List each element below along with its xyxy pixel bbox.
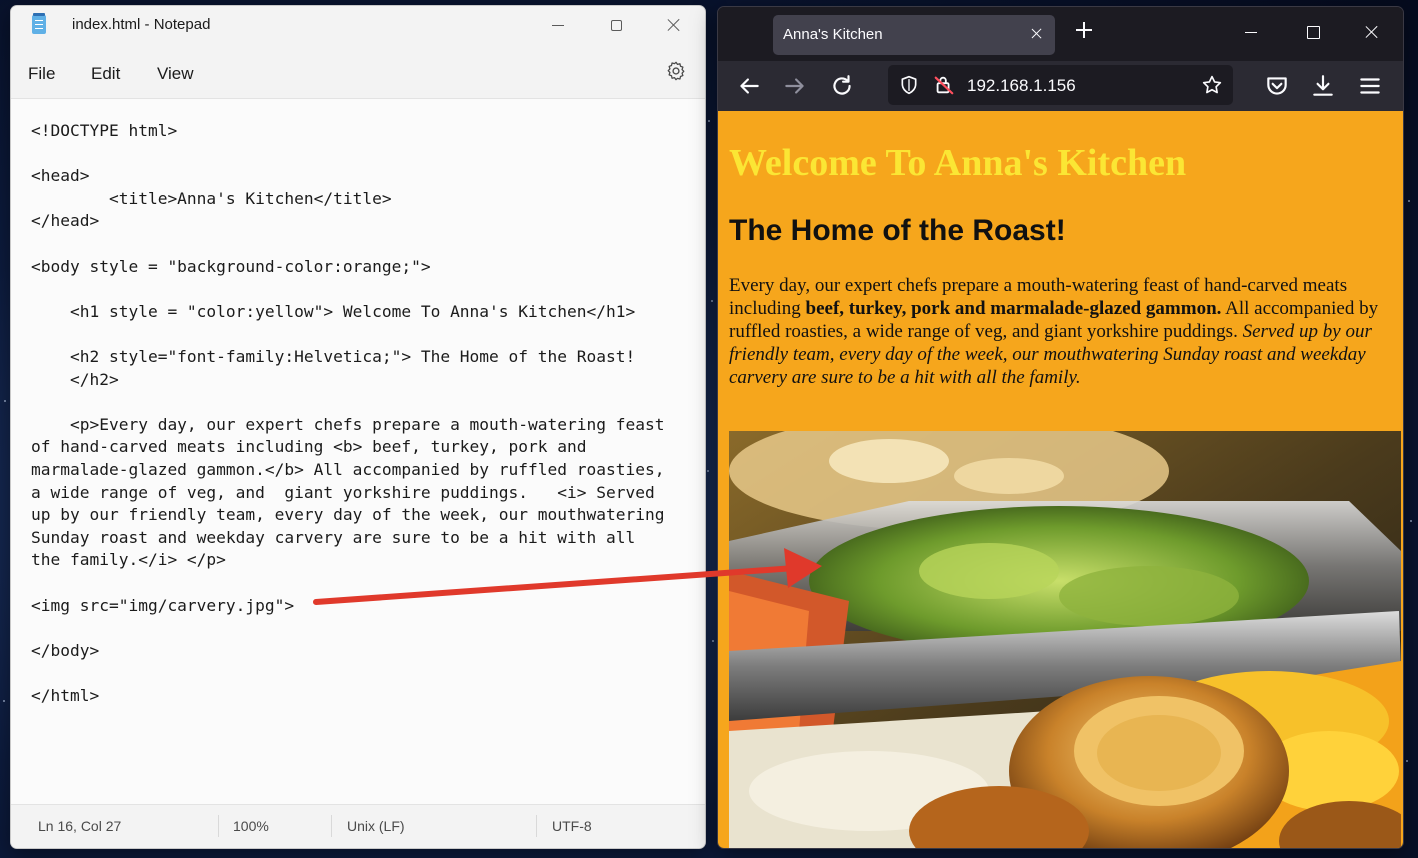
status-divider — [218, 815, 219, 837]
menu-edit[interactable]: Edit — [91, 64, 120, 84]
close-button[interactable] — [651, 10, 697, 40]
code-line: the family.</i> </p> — [31, 550, 226, 570]
status-divider — [536, 815, 537, 837]
line-ending[interactable]: Unix (LF) — [347, 818, 405, 834]
tab-strip[interactable]: Anna's Kitchen — [718, 7, 1403, 61]
maximize-button[interactable] — [1290, 17, 1336, 47]
web-page: Welcome To Anna's Kitchen The Home of th… — [718, 111, 1403, 848]
notepad-statusbar: Ln 16, Col 27 100% Unix (LF) UTF-8 — [11, 804, 705, 848]
shield-icon[interactable] — [899, 75, 919, 95]
code-line: a wide range of veg, and giant yorkshire… — [31, 482, 655, 502]
pocket-icon[interactable] — [1264, 73, 1290, 99]
status-divider — [331, 815, 332, 837]
code-line: Sunday roast and weekday carvery are sur… — [31, 527, 636, 547]
code-line: of hand-carved meats including <b> beef,… — [31, 437, 587, 457]
notepad-text-editor[interactable]: <!DOCTYPE html> <head> <title>Anna's Kit… — [11, 99, 705, 807]
minimize-button[interactable] — [535, 10, 581, 40]
code-line: <title>Anna's Kitchen</title> — [31, 188, 392, 208]
close-icon — [1365, 25, 1379, 39]
url-bar[interactable]: 192.168.1.156 — [888, 65, 1233, 105]
minimize-icon — [1245, 31, 1257, 33]
download-icon[interactable] — [1310, 73, 1336, 99]
menu-file[interactable]: File — [28, 64, 55, 84]
notepad-app-icon — [32, 13, 46, 34]
cursor-position[interactable]: Ln 16, Col 27 — [38, 818, 121, 834]
notepad-title: index.html - Notepad — [72, 16, 211, 33]
maximize-button[interactable] — [593, 10, 639, 40]
reload-icon[interactable] — [829, 73, 855, 99]
tab-annas-kitchen[interactable]: Anna's Kitchen — [773, 15, 1055, 55]
code-line: <!DOCTYPE html> — [31, 121, 178, 140]
menu-view[interactable]: View — [157, 64, 194, 84]
code-line: <body style = "background-color:orange;"… — [31, 256, 431, 276]
close-button[interactable] — [1349, 17, 1395, 47]
back-icon[interactable] — [736, 73, 762, 99]
settings-gear-icon[interactable] — [665, 60, 687, 82]
page-heading: Welcome To Anna's Kitchen — [729, 142, 1187, 184]
paragraph-bold-text: beef, turkey, pork and marmalade-glazed … — [805, 298, 1222, 319]
url-text[interactable]: 192.168.1.156 — [967, 76, 1076, 96]
code-line: </head> — [31, 211, 100, 231]
notepad-window: index.html - Notepad File Edit View <!DO… — [10, 5, 706, 849]
insecure-lock-icon[interactable] — [933, 74, 955, 96]
code-line: marmalade-glazed gammon.</b> All accompa… — [31, 460, 665, 479]
menu-icon[interactable] — [1357, 73, 1383, 99]
code-line: </h2> — [31, 369, 119, 389]
code-line: up by our friendly team, every day of th… — [31, 505, 665, 525]
page-subheading: The Home of the Roast! — [729, 214, 1066, 247]
notepad-titlebar[interactable]: index.html - Notepad — [11, 6, 705, 44]
code-line: <h1 style = "color:yellow"> Welcome To A… — [31, 301, 636, 321]
code-line: </body> — [31, 640, 100, 660]
firefox-window: Anna's Kitchen 192.168.1.156 Welcome To … — [717, 6, 1404, 849]
forward-icon[interactable] — [782, 73, 808, 99]
code-line: <img src="img/carvery.jpg"> — [31, 595, 295, 615]
code-line: <p>Every day, our expert chefs prepare a… — [31, 414, 665, 434]
new-tab-plus-icon[interactable] — [1075, 21, 1093, 39]
code-line: <h2 style="font-family:Helvetica;"> The … — [31, 347, 636, 366]
encoding[interactable]: UTF-8 — [552, 818, 592, 834]
close-icon — [667, 18, 681, 32]
minimize-button[interactable] — [1228, 17, 1274, 47]
star-icon[interactable] — [1201, 74, 1223, 96]
carvery-image — [729, 431, 1401, 848]
navigation-toolbar: 192.168.1.156 — [718, 61, 1403, 111]
close-icon — [1031, 28, 1043, 40]
notepad-menubar: File Edit View — [11, 44, 705, 99]
minimize-icon — [552, 24, 564, 26]
maximize-icon — [610, 19, 622, 31]
maximize-icon — [1306, 25, 1320, 39]
code-line: <head> — [31, 166, 90, 186]
zoom-level[interactable]: 100% — [233, 818, 269, 834]
tab-close-button[interactable] — [1031, 28, 1043, 40]
page-paragraph: Every day, our expert chefs prepare a mo… — [729, 274, 1384, 389]
code-line: </html> — [31, 686, 100, 705]
tab-title: Anna's Kitchen — [783, 26, 883, 43]
